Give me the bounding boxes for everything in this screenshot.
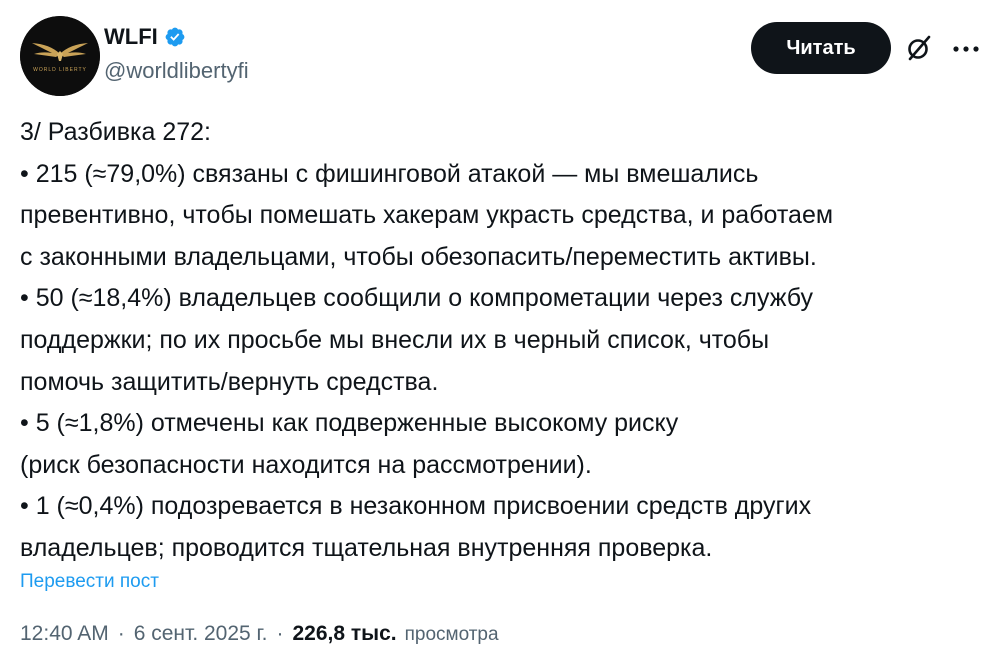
tweet-line: • 215 (≈79,0%) связаны с фишинговой атак… bbox=[20, 159, 759, 188]
tweet-line: • 50 (≈18,4%) владельцев сообщили о комп… bbox=[20, 284, 814, 313]
tweet-line: 3/ Разбивка 272: bbox=[20, 118, 212, 146]
tweet-line: • 1 (≈0,4%) подозревается в незаконном п… bbox=[20, 492, 812, 521]
tweet-meta: 12:40 AM · 6 сент. 2025 г. · 226,8 тыс. … bbox=[20, 622, 499, 656]
translate-post-link[interactable]: Перевести пост bbox=[20, 568, 159, 596]
grok-icon[interactable] bbox=[905, 34, 933, 62]
tweet-text: 3/ Разбивка 272: • 215 (≈79,0%) связаны … bbox=[20, 112, 980, 570]
avatar-logo-text: WORLD LIBERTY bbox=[33, 67, 87, 73]
follow-button[interactable]: Читать bbox=[751, 22, 891, 74]
meta-separator: · bbox=[117, 622, 125, 645]
tweet-header: WORLD LIBERTY WLFI @worldlibertyfi Читат… bbox=[20, 16, 980, 96]
avatar[interactable]: WORLD LIBERTY bbox=[20, 16, 100, 96]
views-label: просмотра bbox=[404, 624, 499, 645]
eagle-logo-icon: WORLD LIBERTY bbox=[20, 16, 100, 96]
tweet-line: • 5 (≈1,8%) отмечены как подверженные вы… bbox=[20, 409, 679, 438]
post-time[interactable]: 12:40 AM bbox=[20, 622, 109, 646]
tweet-line: владельцев; проводится тщательная внутре… bbox=[20, 533, 713, 562]
tweet-line: помочь защитить/вернуть средства. bbox=[20, 367, 439, 396]
meta-separator: · bbox=[276, 622, 284, 645]
verified-badge-icon[interactable] bbox=[164, 26, 186, 48]
post-date[interactable]: 6 сент. 2025 г. bbox=[134, 622, 268, 646]
tweet-line: поддержки; по их просьбе мы внесли их в … bbox=[20, 325, 770, 354]
tweet-line: (риск безопасности находится на рассмотр… bbox=[20, 450, 592, 479]
display-name-row: WLFI bbox=[104, 22, 249, 52]
author-handle[interactable]: @worldlibertyfi bbox=[104, 56, 249, 86]
tweet-line: с законными владельцами, чтобы обезопаси… bbox=[20, 242, 817, 271]
author-block: WLFI @worldlibertyfi bbox=[104, 22, 249, 86]
more-icon[interactable] bbox=[952, 44, 980, 54]
display-name[interactable]: WLFI bbox=[104, 22, 158, 52]
tweet-line: превентивно, чтобы помешать хакерам укра… bbox=[20, 201, 834, 230]
views-count[interactable]: 226,8 тыс. bbox=[292, 622, 396, 646]
